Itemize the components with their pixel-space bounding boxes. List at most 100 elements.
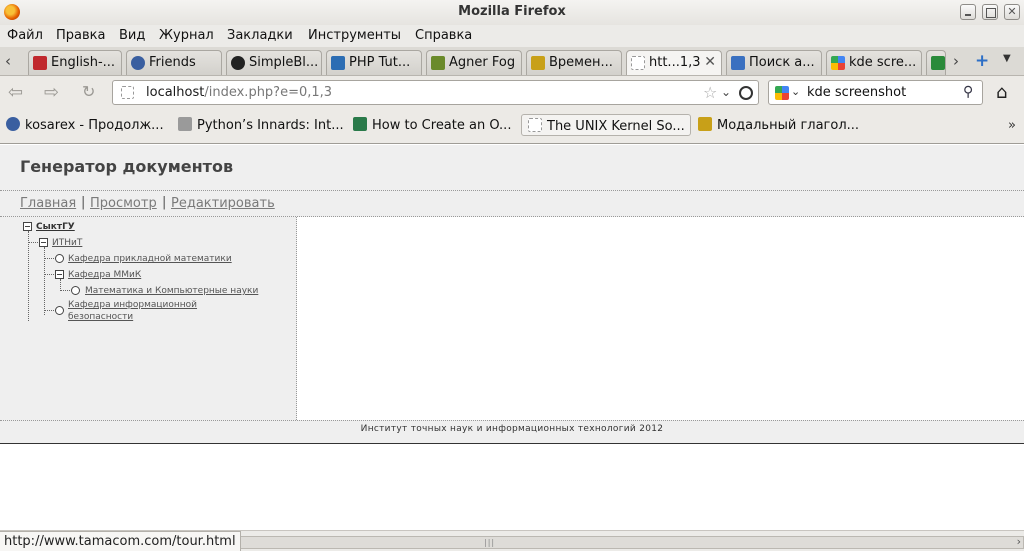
search-bar[interactable]: ⌄ kde screenshot ⚲	[768, 80, 983, 105]
tree-leaf-icon	[55, 306, 64, 315]
close-window-button[interactable]: ✕	[1004, 4, 1020, 20]
bookmark-item[interactable]: kosarex - Продолж...	[6, 117, 164, 139]
menu-file[interactable]: Файл	[7, 28, 43, 43]
tab[interactable]	[926, 50, 946, 75]
tree-connector	[60, 290, 70, 291]
search-input[interactable]: kde screenshot	[807, 85, 906, 100]
google-engine-icon[interactable]	[775, 86, 789, 100]
uk-flag-icon	[531, 56, 545, 70]
menu-tools[interactable]: Инструменты	[308, 28, 401, 43]
tutorial-icon	[331, 56, 345, 70]
tabs-scroll-right-icon[interactable]: ›	[953, 52, 959, 70]
nav-link-edit[interactable]: Редактировать	[171, 196, 275, 211]
status-bar: ||| › http://www.tamacom.com/tour.html	[0, 530, 1024, 551]
status-link-preview: http://www.tamacom.com/tour.html	[0, 531, 241, 551]
tab-label: Friends	[149, 55, 196, 70]
scrollbar-grip[interactable]: |||	[484, 538, 495, 547]
tabs-scroll-left-icon[interactable]: ‹	[5, 52, 11, 70]
tab[interactable]: Friends	[126, 50, 222, 75]
tree-connector	[44, 310, 54, 311]
page-title: Генератор документов	[20, 157, 234, 176]
tree-node-infosec[interactable]: Кафедра информационной	[68, 299, 197, 311]
bookmark-item[interactable]: Модальный глагол...	[698, 117, 859, 139]
menu-bookmarks[interactable]: Закладки	[227, 28, 293, 43]
google-icon	[831, 56, 845, 70]
tree-collapse-toggle-icon[interactable]	[55, 270, 64, 279]
page-nav: Главная | Просмотр | Редактировать	[0, 191, 1024, 217]
tree-leaf-icon	[71, 286, 80, 295]
nav-link-home[interactable]: Главная	[20, 196, 76, 211]
sidebar-tree: СыктГУ ИТНиТ Кафедра прикладной математи…	[0, 217, 297, 420]
tab-active[interactable]: htt...1,3 ✕	[626, 50, 722, 75]
forward-arrow-icon[interactable]: ⇨	[44, 82, 59, 103]
page-footer: Институт точных наук и информационных те…	[0, 420, 1024, 444]
nav-link-view[interactable]: Просмотр	[90, 196, 157, 211]
tab-label: Agner Fog	[449, 55, 516, 70]
tree-connector	[44, 258, 54, 259]
agner-fog-icon	[431, 56, 445, 70]
tree-node-mmik[interactable]: Кафедра ММиК	[68, 269, 141, 281]
chart-icon	[931, 56, 945, 70]
bookmarks-toolbar: kosarex - Продолж... Python’s Innards: I…	[0, 109, 1024, 144]
bookmark-label: Модальный глагол...	[717, 118, 860, 133]
green-square-icon	[353, 117, 367, 131]
nav-separator: |	[162, 195, 167, 210]
tree-node-root[interactable]: СыктГУ	[36, 221, 75, 233]
search-icon[interactable]: ⚲	[963, 84, 973, 100]
blank-page-icon	[631, 56, 645, 70]
bookmark-star-icon[interactable]: ☆	[703, 83, 717, 102]
tree-connector	[44, 274, 54, 275]
bookmark-item[interactable]: How to Create an O...	[353, 117, 511, 139]
go-globe-icon[interactable]	[739, 86, 753, 100]
tree-node-applied-math[interactable]: Кафедра прикладной математики	[68, 253, 232, 265]
github-icon	[231, 56, 245, 70]
tab[interactable]: English-...	[28, 50, 122, 75]
tree-node-infosec-line2[interactable]: безопасности	[68, 311, 133, 323]
tree-collapse-toggle-icon[interactable]	[39, 238, 48, 247]
back-arrow-icon[interactable]: ⇦	[8, 82, 23, 103]
close-tab-icon[interactable]: ✕	[704, 54, 716, 70]
bookmark-label: How to Create an O...	[372, 118, 512, 133]
tree-connector	[28, 231, 29, 321]
home-icon[interactable]: ⌂	[996, 82, 1007, 103]
maximize-button[interactable]	[982, 4, 998, 20]
minimize-button[interactable]	[960, 4, 976, 20]
red-book-icon	[33, 56, 47, 70]
tree-collapse-toggle-icon[interactable]	[23, 222, 32, 231]
person-icon	[6, 117, 20, 131]
tree-node-institute[interactable]: ИТНиТ	[52, 237, 82, 249]
tab[interactable]: Поиск а...	[726, 50, 822, 75]
new-tab-icon[interactable]: +	[975, 51, 989, 71]
tab[interactable]: kde scre...	[826, 50, 922, 75]
reload-icon[interactable]: ↻	[82, 82, 95, 101]
footer-text: Институт точных наук и информационных те…	[360, 424, 664, 434]
bookmark-item[interactable]: The UNIX Kernel So...	[521, 114, 691, 136]
more-bookmarks-chevron-icon[interactable]: »	[1008, 118, 1016, 133]
tab[interactable]: Времен...	[526, 50, 622, 75]
menu-history[interactable]: Журнал	[159, 28, 214, 43]
url-bar[interactable]: localhost/index.php?e=0,1,3 ☆ ⌄	[112, 80, 759, 105]
tree-leaf-icon	[55, 254, 64, 263]
tab-label: SimpleBl...	[249, 55, 319, 70]
bookmark-label: kosarex - Продолж...	[25, 118, 164, 133]
avatar-icon	[178, 117, 192, 131]
menu-bar: Файл Правка Вид Журнал Закладки Инструме…	[0, 25, 1024, 47]
nav-separator: |	[81, 195, 86, 210]
scroll-right-icon[interactable]: ›	[1017, 535, 1021, 548]
engine-chevron-down-icon[interactable]: ⌄	[791, 85, 800, 98]
tab[interactable]: SimpleBl...	[226, 50, 322, 75]
tab-list-chevron-down-icon[interactable]: ▼	[1003, 53, 1011, 64]
tab-label: kde scre...	[849, 55, 917, 70]
menu-view[interactable]: Вид	[119, 28, 145, 43]
tab[interactable]: PHP Tut...	[326, 50, 422, 75]
url-history-chevron-down-icon[interactable]: ⌄	[721, 85, 731, 99]
tree-node-math-cs[interactable]: Математика и Компьютерные науки	[85, 285, 258, 297]
menu-edit[interactable]: Правка	[56, 28, 105, 43]
horizontal-scrollbar[interactable]: ||| ›	[233, 535, 1024, 549]
menu-help[interactable]: Справка	[415, 28, 472, 43]
bookmark-item[interactable]: Python’s Innards: Int...	[178, 117, 344, 139]
web-page: Генератор документов Главная | Просмотр …	[0, 145, 1024, 530]
site-identity-icon	[121, 86, 134, 99]
tab[interactable]: Agner Fog	[426, 50, 522, 75]
page-header: Генератор документов	[0, 145, 1024, 191]
